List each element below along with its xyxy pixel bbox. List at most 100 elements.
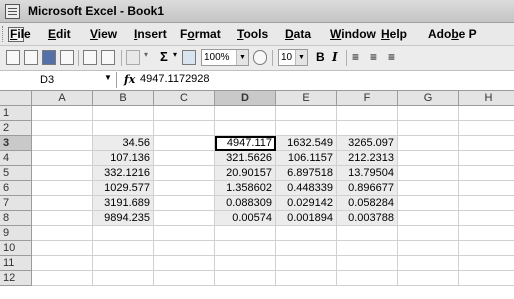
- cell-h6[interactable]: [459, 181, 514, 196]
- cell-d12[interactable]: [215, 271, 276, 286]
- row-header-8[interactable]: 8: [0, 211, 32, 226]
- cell-a5[interactable]: [32, 166, 93, 181]
- cell-c5[interactable]: [154, 166, 215, 181]
- excel-app-icon[interactable]: [5, 4, 20, 19]
- row-header-5[interactable]: 5: [0, 166, 32, 181]
- cell-g6[interactable]: [398, 181, 459, 196]
- cell-f8[interactable]: 0.003788: [337, 211, 398, 226]
- cell-b1[interactable]: [93, 106, 154, 121]
- align-right-icon[interactable]: ≡: [388, 50, 395, 65]
- name-box[interactable]: D3 ▼: [0, 72, 117, 88]
- row-header-6[interactable]: 6: [0, 181, 32, 196]
- cell-a11[interactable]: [32, 256, 93, 271]
- cell-d11[interactable]: [215, 256, 276, 271]
- cell-b3[interactable]: 34.56: [93, 136, 154, 151]
- cell-f3[interactable]: 3265.097: [337, 136, 398, 151]
- menu-data[interactable]: Data: [285, 27, 311, 41]
- cell-d10[interactable]: [215, 241, 276, 256]
- cell-b5[interactable]: 332.1216: [93, 166, 154, 181]
- cell-d4[interactable]: 321.5626: [215, 151, 276, 166]
- column-header-b[interactable]: B: [93, 91, 154, 106]
- cell-c12[interactable]: [154, 271, 215, 286]
- cell-d8[interactable]: 0.00574: [215, 211, 276, 226]
- cell-h5[interactable]: [459, 166, 514, 181]
- cell-b2[interactable]: [93, 121, 154, 136]
- cell-g9[interactable]: [398, 226, 459, 241]
- autosum-dropdown-icon[interactable]: ▾: [173, 50, 177, 65]
- cell-f7[interactable]: 0.058284: [337, 196, 398, 211]
- cell-b4[interactable]: 107.136: [93, 151, 154, 166]
- cell-h10[interactable]: [459, 241, 514, 256]
- cell-c1[interactable]: [154, 106, 215, 121]
- chart-wizard-icon[interactable]: [182, 50, 196, 65]
- cell-c7[interactable]: [154, 196, 215, 211]
- align-center-icon[interactable]: ≡: [370, 50, 377, 65]
- cell-g7[interactable]: [398, 196, 459, 211]
- cell-f11[interactable]: [337, 256, 398, 271]
- cell-h8[interactable]: [459, 211, 514, 226]
- cell-a8[interactable]: [32, 211, 93, 226]
- row-header-11[interactable]: 11: [0, 256, 32, 271]
- menu-edit[interactable]: Edit: [48, 27, 71, 41]
- zoom-select[interactable]: 100% ▼: [201, 49, 249, 66]
- row-header-10[interactable]: 10: [0, 241, 32, 256]
- cell-g4[interactable]: [398, 151, 459, 166]
- chevron-down-icon[interactable]: ▼: [104, 73, 112, 82]
- cell-f5[interactable]: 13.79504: [337, 166, 398, 181]
- cell-c10[interactable]: [154, 241, 215, 256]
- cell-e2[interactable]: [276, 121, 337, 136]
- column-header-e[interactable]: E: [276, 91, 337, 106]
- cell-b8[interactable]: 9894.235: [93, 211, 154, 226]
- cell-c6[interactable]: [154, 181, 215, 196]
- cell-b12[interactable]: [93, 271, 154, 286]
- column-header-f[interactable]: F: [337, 91, 398, 106]
- cell-e10[interactable]: [276, 241, 337, 256]
- formula-input[interactable]: 4947.1172928: [140, 73, 210, 85]
- menu-insert[interactable]: Insert: [134, 27, 167, 41]
- cell-d5[interactable]: 20.90157: [215, 166, 276, 181]
- print-preview-icon[interactable]: [101, 50, 115, 65]
- cell-c9[interactable]: [154, 226, 215, 241]
- menu-help[interactable]: Help: [381, 27, 407, 41]
- cell-g11[interactable]: [398, 256, 459, 271]
- row-header-2[interactable]: 2: [0, 121, 32, 136]
- cell-g3[interactable]: [398, 136, 459, 151]
- cell-e8[interactable]: 0.001894: [276, 211, 337, 226]
- cell-f10[interactable]: [337, 241, 398, 256]
- cell-a2[interactable]: [32, 121, 93, 136]
- menu-adobe-p[interactable]: Adobe P: [428, 27, 477, 41]
- menu-window[interactable]: Window: [330, 27, 376, 41]
- cell-h4[interactable]: [459, 151, 514, 166]
- cell-b7[interactable]: 3191.689: [93, 196, 154, 211]
- cell-c3[interactable]: [154, 136, 215, 151]
- column-header-c[interactable]: C: [154, 91, 215, 106]
- cell-g1[interactable]: [398, 106, 459, 121]
- font-size-select[interactable]: 10 ▼: [278, 49, 308, 66]
- cell-b10[interactable]: [93, 241, 154, 256]
- row-header-12[interactable]: 12: [0, 271, 32, 286]
- cell-e1[interactable]: [276, 106, 337, 121]
- cell-d2[interactable]: [215, 121, 276, 136]
- cell-c11[interactable]: [154, 256, 215, 271]
- align-left-icon[interactable]: ≡: [352, 50, 359, 65]
- cell-h12[interactable]: [459, 271, 514, 286]
- cell-g5[interactable]: [398, 166, 459, 181]
- undo-icon[interactable]: [126, 50, 140, 65]
- open-icon[interactable]: [24, 50, 38, 65]
- menu-format[interactable]: Format: [180, 27, 221, 41]
- cell-f1[interactable]: [337, 106, 398, 121]
- cell-e11[interactable]: [276, 256, 337, 271]
- menu-tools[interactable]: Tools: [237, 27, 268, 41]
- cell-g10[interactable]: [398, 241, 459, 256]
- cell-e7[interactable]: 0.029142: [276, 196, 337, 211]
- cell-a12[interactable]: [32, 271, 93, 286]
- cell-h3[interactable]: [459, 136, 514, 151]
- cell-c4[interactable]: [154, 151, 215, 166]
- cell-d7[interactable]: 0.088309: [215, 196, 276, 211]
- row-header-7[interactable]: 7: [0, 196, 32, 211]
- italic-button[interactable]: I: [332, 50, 338, 64]
- cell-e5[interactable]: 6.897518: [276, 166, 337, 181]
- cell-e4[interactable]: 106.1157: [276, 151, 337, 166]
- cell-a9[interactable]: [32, 226, 93, 241]
- column-header-a[interactable]: A: [32, 91, 93, 106]
